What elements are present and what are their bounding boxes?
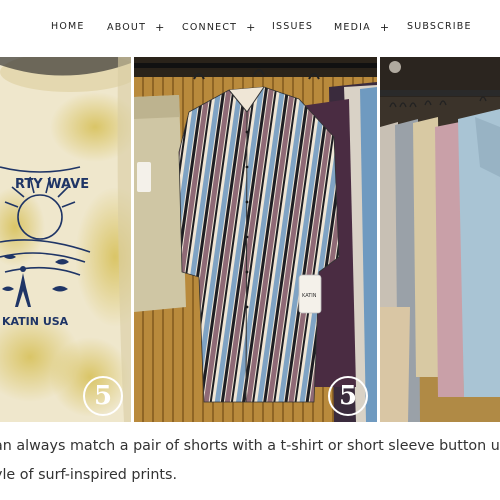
nav-item-label: ISSUES	[272, 21, 314, 32]
tshirt-image: RTY WAVE KATIN USA	[0, 57, 131, 422]
article-caption: an always match a pair of shorts with a …	[0, 432, 500, 490]
badge-five-icon: 5	[83, 376, 123, 416]
caption-line-2: yle of surf-inspired prints.	[0, 467, 177, 483]
nav-item-issues[interactable]: ISSUES	[272, 21, 313, 32]
photo-striped-shirt[interactable]: KATIN 5	[134, 57, 377, 422]
nav-item-media[interactable]: MEDIA +	[334, 21, 390, 34]
badge-five-icon: 5	[328, 376, 368, 416]
photo-gallery: RTY WAVE KATIN USA 5 KATIN 5	[0, 57, 500, 422]
caption-line-1: an always match a pair of shorts with a …	[0, 438, 500, 454]
shirt-print-bottom-text: KATIN USA	[2, 315, 69, 328]
photo-tshirt[interactable]: RTY WAVE KATIN USA 5	[0, 57, 131, 422]
nav-item-home[interactable]: HOME	[51, 21, 85, 32]
pastel-shirts-image	[380, 57, 500, 422]
expand-plus-icon[interactable]: +	[155, 21, 165, 34]
nav-item-connect[interactable]: CONNECT +	[182, 21, 257, 34]
expand-plus-icon[interactable]: +	[380, 21, 390, 34]
clothing-tag-text: KATIN	[302, 293, 317, 299]
nav-item-label: HOME	[51, 21, 85, 32]
nav-item-subscribe[interactable]: SUBSCRIBE	[407, 21, 472, 32]
photo-pastel-shirts[interactable]	[380, 57, 500, 422]
nav-item-about[interactable]: ABOUT +	[107, 21, 166, 34]
nav-item-label: MEDIA	[334, 22, 371, 33]
nav-item-label: CONNECT	[182, 22, 238, 33]
nav-item-label: SUBSCRIBE	[407, 21, 472, 32]
expand-plus-icon[interactable]: +	[246, 21, 256, 34]
top-navigation: HOME ABOUT + CONNECT + ISSUES MEDIA + SU…	[0, 0, 500, 57]
shirt-print-top-text: RTY WAVE	[15, 177, 89, 192]
nav-item-label: ABOUT	[107, 22, 147, 33]
striped-shirt-image: KATIN	[134, 57, 377, 422]
